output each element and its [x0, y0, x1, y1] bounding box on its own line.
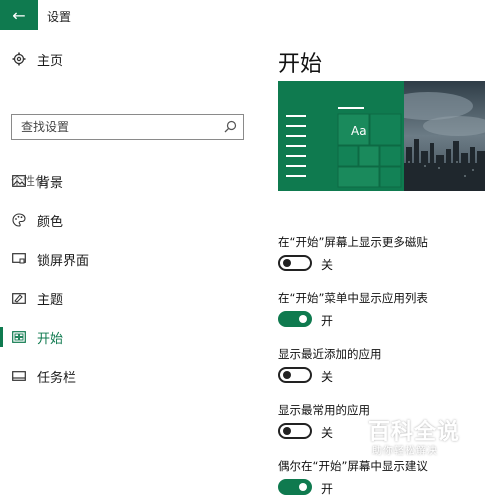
sidebar-item-background[interactable]: 背景 — [0, 166, 258, 196]
search-input[interactable] — [12, 115, 221, 139]
setting-label-more-tiles: 在“开始”屏幕上显示更多磁贴 — [278, 235, 428, 249]
window-title: 设置 — [47, 10, 72, 24]
sidebar-item-label: 背景 — [37, 175, 64, 191]
toggle-state-text: 开 — [321, 314, 334, 328]
watermark: 百科全说 助你轻松解决 — [350, 412, 470, 462]
sidebar-item-label: 任务栏 — [37, 370, 77, 386]
recent-apps-toggle[interactable] — [278, 367, 312, 383]
start-preview-image: Aa — [278, 81, 485, 191]
toggle-knob — [299, 315, 307, 323]
watermark-subtitle: 助你轻松解决 — [372, 446, 438, 457]
palette-icon — [11, 212, 27, 228]
search-box[interactable] — [11, 114, 244, 140]
toggle-state-text: 关 — [321, 426, 334, 440]
gear-icon — [11, 51, 27, 67]
toggle-state-text: 开 — [321, 482, 334, 496]
toggle-knob — [283, 427, 291, 435]
sidebar-item-start[interactable]: 开始 — [0, 322, 258, 352]
sidebar-item-home[interactable]: 主页 — [0, 44, 258, 74]
sidebar-item-taskbar[interactable]: 任务栏 — [0, 361, 258, 391]
page-title: 开始 — [278, 52, 323, 77]
back-arrow-icon: ← — [12, 5, 26, 25]
preview-tile-label: Aa — [351, 124, 367, 138]
sidebar-item-colors[interactable]: 颜色 — [0, 205, 258, 235]
sidebar-item-themes[interactable]: 主题 — [0, 283, 258, 313]
most-used-toggle[interactable] — [278, 423, 312, 439]
app-list-toggle[interactable] — [278, 311, 312, 327]
toggle-state-text: 关 — [321, 370, 334, 384]
taskbar-icon — [11, 368, 27, 384]
sidebar-item-label: 颜色 — [37, 214, 64, 230]
sidebar-item-label: 主页 — [37, 53, 64, 69]
sidebar-item-label: 开始 — [37, 331, 64, 347]
search-icon[interactable] — [222, 119, 238, 135]
toggle-knob — [283, 371, 291, 379]
setting-label-recent-apps: 显示最近添加的应用 — [278, 347, 382, 361]
sidebar-item-lock-screen[interactable]: 锁屏界面 — [0, 244, 258, 274]
toggle-state-text: 关 — [321, 258, 334, 272]
more-tiles-toggle[interactable] — [278, 255, 312, 271]
back-button[interactable]: ← — [0, 0, 38, 30]
sidebar: 主页 个性化 背景 颜色 锁屏界面 主题 开始 — [0, 30, 258, 490]
title-bar: ← 设置 — [0, 0, 500, 30]
picture-icon — [11, 173, 27, 189]
suggestions-toggle[interactable] — [278, 479, 312, 495]
setting-label-app-list: 在“开始”菜单中显示应用列表 — [278, 291, 428, 305]
sidebar-item-label: 锁屏界面 — [37, 253, 90, 269]
lock-screen-icon — [11, 251, 27, 267]
toggle-knob — [283, 259, 291, 267]
sidebar-item-label: 主题 — [37, 292, 64, 308]
theme-icon — [11, 290, 27, 306]
start-icon — [11, 329, 27, 345]
